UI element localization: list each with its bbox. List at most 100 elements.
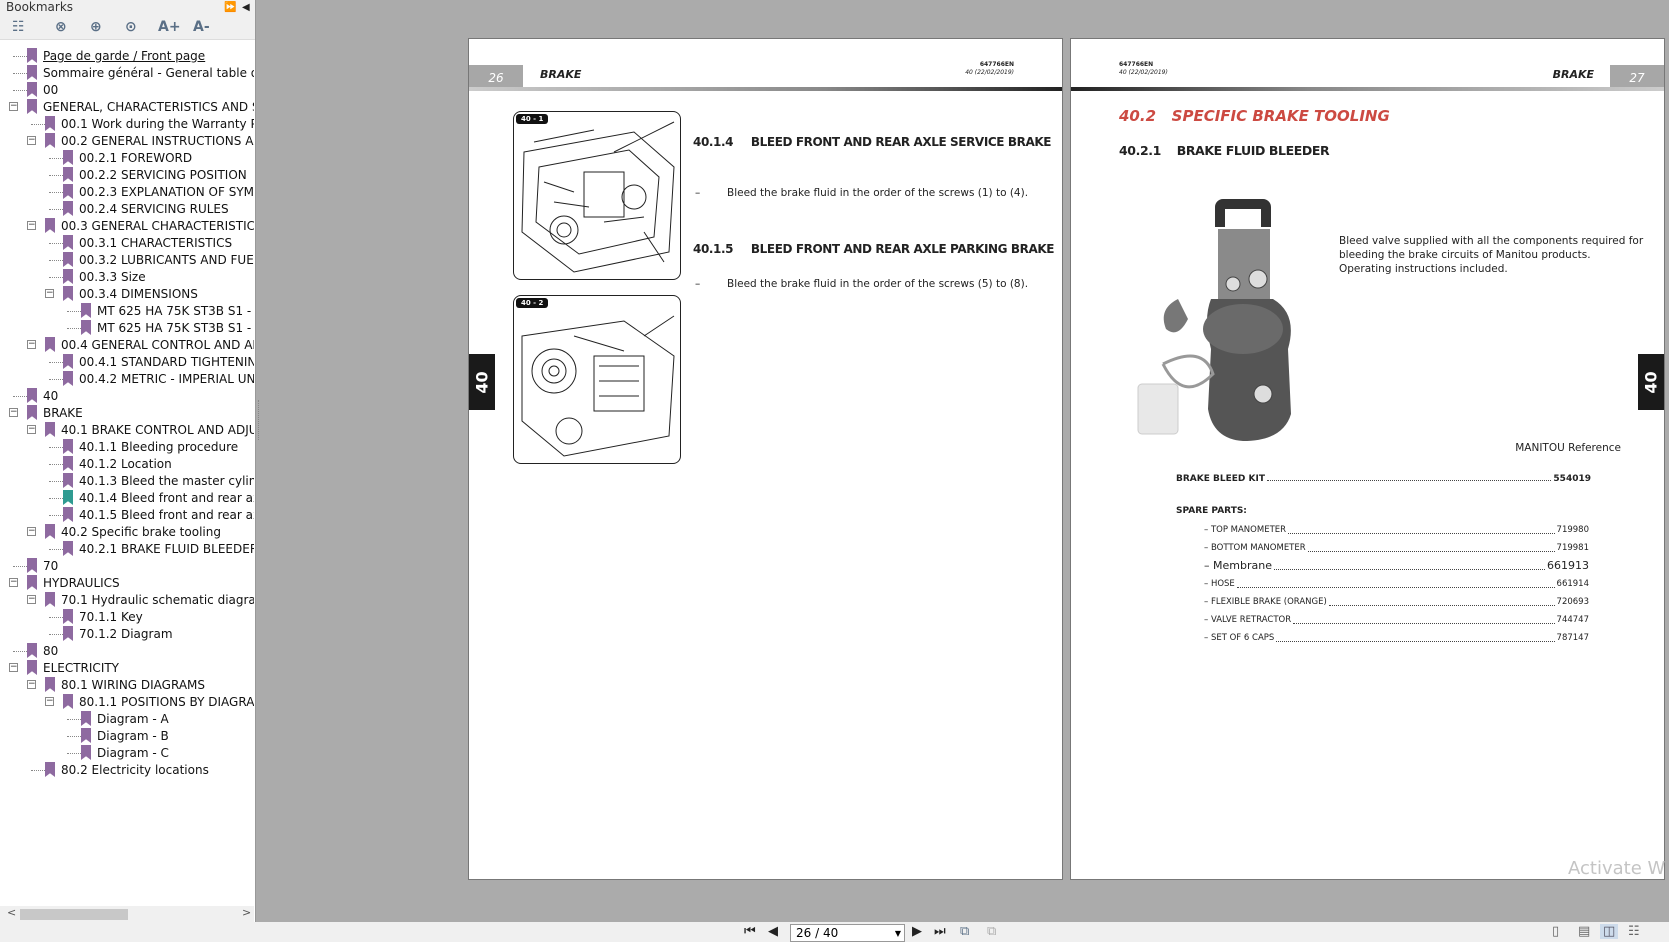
- tree-connector: [49, 209, 63, 210]
- bookmark-item[interactable]: 70.1.2 Diagram: [0, 625, 254, 643]
- bookmark-icon: [63, 473, 73, 488]
- bookmark-item[interactable]: 70.1.1 Key: [0, 608, 254, 626]
- collapse-toggle-icon[interactable]: −: [27, 221, 36, 230]
- bookmark-item[interactable]: 80: [0, 642, 254, 660]
- continuous-view-icon[interactable]: ▤: [1578, 924, 1590, 939]
- bookmark-item[interactable]: Diagram - A: [0, 710, 254, 728]
- bookmark-item[interactable]: − 40.2 Specific brake tooling: [0, 523, 254, 541]
- next-view-icon[interactable]: ⧉: [987, 924, 996, 939]
- delete-bookmark-icon[interactable]: ⊗: [55, 19, 67, 35]
- bookmark-label: 00.3.2 LUBRICANTS AND FUEL: [79, 253, 254, 267]
- bookmark-item[interactable]: 00.1 Work during the Warranty Pe: [0, 115, 254, 133]
- collapse-toggle-icon[interactable]: −: [9, 102, 18, 111]
- collapse-toggle-icon[interactable]: −: [9, 663, 18, 672]
- bookmark-item[interactable]: − 00.2 GENERAL INSTRUCTIONS AN: [0, 132, 254, 150]
- bookmark-item[interactable]: − 00.3.4 DIMENSIONS: [0, 285, 254, 303]
- bookmark-item[interactable]: 00.2.2 SERVICING POSITION: [0, 166, 254, 184]
- figure-label: 40 - 2: [516, 298, 549, 308]
- part-name: – BOTTOM MANOMETER: [1204, 543, 1306, 553]
- scrollbar-thumb[interactable]: [20, 909, 128, 920]
- previous-view-icon[interactable]: ⧉: [960, 924, 969, 939]
- bookmark-item[interactable]: 00.2.4 SERVICING RULES: [0, 200, 254, 218]
- collapse-toggle-icon[interactable]: −: [45, 289, 54, 298]
- bookmark-item[interactable]: MT 625 HA 75K ST3B S1 -: [0, 319, 254, 337]
- horizontal-scrollbar[interactable]: < >: [0, 906, 254, 922]
- bookmark-item[interactable]: 40.1.1 Bleeding procedure: [0, 438, 254, 456]
- tree-connector: [49, 515, 63, 516]
- bookmark-item[interactable]: 00.4.2 METRIC - IMPERIAL UNI: [0, 370, 254, 388]
- bookmark-item[interactable]: 80.2 Electricity locations: [0, 761, 254, 779]
- bookmark-item[interactable]: − 00.3 GENERAL CHARACTERISTICS: [0, 217, 254, 235]
- instruction-2: – Bleed the brake fluid in the order of …: [695, 278, 1028, 290]
- scroll-left-icon[interactable]: <: [7, 906, 16, 919]
- bookmark-item[interactable]: 00.4.1 STANDARD TIGHTENIN: [0, 353, 254, 371]
- increase-font-icon[interactable]: A+: [158, 19, 181, 35]
- collapse-toggle-icon[interactable]: −: [27, 680, 36, 689]
- collapse-toggle-icon[interactable]: −: [9, 578, 18, 587]
- page-number-input[interactable]: 26 / 40 ▼: [790, 924, 905, 942]
- spare-part-row: – FLEXIBLE BRAKE (ORANGE) 720693: [1204, 595, 1589, 609]
- bookmark-item[interactable]: MT 625 HA 75K ST3B S1 -: [0, 302, 254, 320]
- collapse-toggle-icon[interactable]: −: [9, 408, 18, 417]
- facing-view-icon[interactable]: ◫: [1600, 924, 1619, 939]
- bookmark-item[interactable]: 00.2.1 FOREWORD: [0, 149, 254, 167]
- bookmark-item[interactable]: 40.1.4 Bleed front and rear axl: [0, 489, 254, 507]
- pdf-page-26: 26 BRAKE 647766EN 40 (22/02/2019) 40 40 …: [468, 38, 1063, 880]
- bookmark-item[interactable]: 40.2.1 BRAKE FLUID BLEEDER: [0, 540, 254, 558]
- collapse-toggle-icon[interactable]: −: [27, 340, 36, 349]
- part-name: – FLEXIBLE BRAKE (ORANGE): [1204, 597, 1327, 607]
- bookmark-item[interactable]: − HYDRAULICS: [0, 574, 254, 592]
- decrease-font-icon[interactable]: A-: [193, 19, 210, 35]
- bookmark-icon: [27, 65, 37, 80]
- collapse-toggle-icon[interactable]: −: [45, 697, 54, 706]
- bookmark-item[interactable]: Sommaire général - General table of c: [0, 64, 254, 82]
- scroll-right-icon[interactable]: >: [242, 906, 251, 919]
- bookmark-item[interactable]: Diagram - C: [0, 744, 254, 762]
- bookmark-options-icon[interactable]: ☷: [12, 19, 25, 35]
- previous-page-button[interactable]: ◀: [768, 924, 778, 939]
- first-page-button[interactable]: ⏮: [744, 924, 756, 939]
- panel-resize-handle[interactable]: [258, 400, 261, 440]
- collapse-toggle-icon[interactable]: −: [27, 425, 36, 434]
- bookmark-item[interactable]: 00.2.3 EXPLANATION OF SYMI: [0, 183, 254, 201]
- bookmark-item[interactable]: − 40.1 BRAKE CONTROL AND ADJUS: [0, 421, 254, 439]
- bookmark-item[interactable]: Page de garde / Front page: [0, 47, 254, 65]
- bookmark-icon: [63, 286, 73, 301]
- bookmark-icon: [27, 48, 37, 63]
- next-page-button[interactable]: ▶: [912, 924, 922, 939]
- bookmark-item[interactable]: 40.1.2 Location: [0, 455, 254, 473]
- single-page-view-icon[interactable]: ▯: [1552, 924, 1559, 939]
- bookmark-item[interactable]: − BRAKE: [0, 404, 254, 422]
- bookmark-icon: [63, 150, 73, 165]
- bookmark-item[interactable]: − ELECTRICITY: [0, 659, 254, 677]
- bookmark-item[interactable]: − GENERAL, CHARACTERISTICS AND SA: [0, 98, 254, 116]
- continuous-facing-view-icon[interactable]: ☷: [1628, 924, 1640, 939]
- go-to-bookmark-icon[interactable]: ⊙: [125, 19, 137, 35]
- bookmark-item[interactable]: 40: [0, 387, 254, 405]
- bookmark-item[interactable]: 40.1.3 Bleed the master cylind: [0, 472, 254, 490]
- part-ref: 744747: [1556, 615, 1589, 625]
- bookmark-item[interactable]: 00: [0, 81, 254, 99]
- bookmark-item[interactable]: 40.1.5 Bleed front and rear axl: [0, 506, 254, 524]
- expand-panel-icon[interactable]: ⏩: [224, 0, 236, 15]
- collapse-panel-icon[interactable]: ◀: [242, 0, 250, 15]
- bookmark-label: 80: [43, 644, 59, 658]
- bookmark-item[interactable]: 00.3.3 Size: [0, 268, 254, 286]
- dropdown-arrow-icon[interactable]: ▼: [895, 925, 901, 942]
- bookmark-item[interactable]: Diagram - B: [0, 727, 254, 745]
- collapse-toggle-icon[interactable]: −: [27, 595, 36, 604]
- bookmark-item[interactable]: − 00.4 GENERAL CONTROL AND AD.: [0, 336, 254, 354]
- bookmark-item[interactable]: 70: [0, 557, 254, 575]
- collapse-toggle-icon[interactable]: −: [27, 527, 36, 536]
- bookmark-item[interactable]: 00.3.1 CHARACTERISTICS: [0, 234, 254, 252]
- bookmark-item[interactable]: − 70.1 Hydraulic schematic diagrams: [0, 591, 254, 609]
- bookmark-item[interactable]: − 80.1 WIRING DIAGRAMS: [0, 676, 254, 694]
- bookmark-item[interactable]: − 80.1.1 POSITIONS BY DIAGRA: [0, 693, 254, 711]
- part-name: – HOSE: [1204, 579, 1235, 589]
- leader-dots: [1276, 631, 1555, 642]
- add-bookmark-icon[interactable]: ⊕: [90, 19, 102, 35]
- bookmark-item[interactable]: 00.3.2 LUBRICANTS AND FUEL: [0, 251, 254, 269]
- heading-number: 40.1.4: [693, 135, 734, 149]
- collapse-toggle-icon[interactable]: −: [27, 136, 36, 145]
- last-page-button[interactable]: ⏭: [934, 924, 946, 939]
